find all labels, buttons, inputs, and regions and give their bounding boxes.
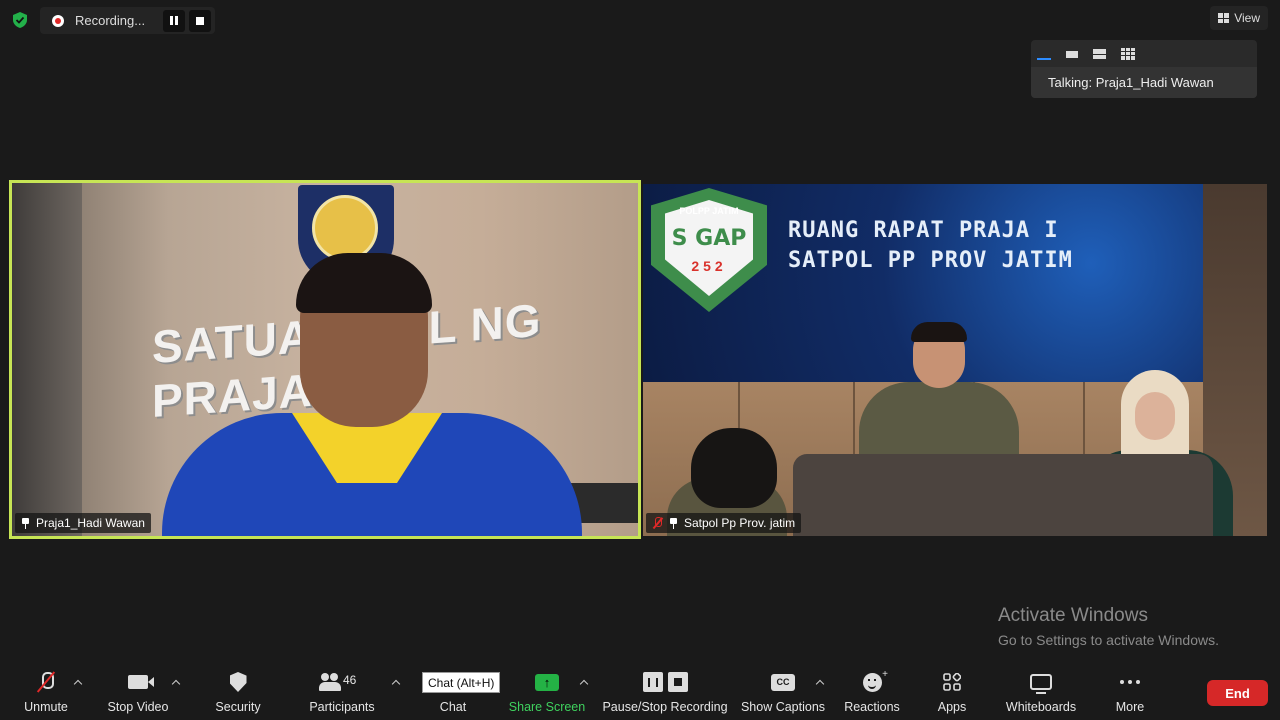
more-button[interactable]: More (1110, 664, 1150, 720)
participant-name-tag: Satpol Pp Prov. jatim (646, 513, 802, 533)
closed-captions-icon: CC (771, 673, 795, 691)
wall-shadow (12, 183, 82, 536)
view-button[interactable]: View (1210, 6, 1268, 30)
stop-video-button[interactable]: Stop Video (104, 664, 172, 720)
pin-icon (669, 517, 678, 529)
meeting-controls-toolbar: Unmute Stop Video Security 46 Participan… (0, 664, 1280, 720)
participants-options-caret-icon[interactable] (391, 678, 401, 688)
stop-recording-button[interactable] (189, 9, 211, 32)
speaker-view-icon[interactable] (1037, 48, 1051, 60)
whiteboard-icon (1030, 674, 1052, 694)
participants-label: Participants (309, 700, 375, 714)
stop-icon (196, 16, 204, 25)
video-tile-satpol-pp-prov-jatim[interactable]: POLPP JATIM S GAP 252 RUANG RAPAT PRAJA … (643, 184, 1267, 536)
pause-stop-recording-label: Pause/Stop Recording (602, 700, 728, 714)
participants-icon (319, 673, 341, 691)
pause-icon (170, 16, 178, 25)
stacked-layout-icon[interactable] (1093, 48, 1107, 60)
pause-recording-icon (642, 672, 663, 692)
video-options-caret-icon[interactable] (171, 678, 181, 688)
whiteboards-label: Whiteboards (1005, 700, 1077, 714)
encryption-shield-icon[interactable] (11, 11, 29, 29)
pause-recording-button[interactable] (163, 9, 185, 32)
watermark-title: Activate Windows (998, 605, 1148, 626)
reactions-smiley-icon (862, 672, 882, 692)
captions-options-caret-icon[interactable] (815, 678, 825, 688)
muted-microphone-icon (36, 671, 56, 693)
show-captions-button[interactable]: CC Show Captions (740, 664, 826, 720)
black-hijab (691, 428, 777, 508)
video-tile-praja1-hadi-wawan[interactable]: SATUAN POL NG PRAJA Praja1_Hadi Wawan (9, 180, 641, 539)
meeting-table (793, 454, 1213, 536)
single-tile-layout-icon[interactable] (1065, 48, 1079, 60)
zoom-meeting-window: Recording... View Talking: Praja1_Hadi W… (0, 0, 1280, 720)
security-button[interactable]: Security (212, 664, 264, 720)
show-captions-label: Show Captions (740, 700, 826, 714)
seated-officer (859, 322, 1019, 478)
stop-video-label: Stop Video (107, 700, 169, 714)
activate-windows-watermark: Activate Windows Go to Settings to activ… (998, 605, 1219, 648)
share-screen-arrow-icon: ↑ (535, 673, 559, 691)
chat-tooltip: Chat (Alt+H) (422, 672, 501, 693)
view-label: View (1234, 11, 1260, 25)
sigap-logo-word: S GAP (671, 226, 747, 251)
sigap-logo-top-text: POLPP JATIM (679, 206, 739, 216)
sigap-logo-number: 252 (691, 258, 727, 274)
muted-mic-icon (652, 517, 663, 529)
recording-indicator: Recording... (40, 7, 215, 34)
whiteboards-button[interactable]: Whiteboards (1003, 664, 1079, 720)
banner-title: RUANG RAPAT PRAJA I SATPOL PP PROV JATIM (788, 216, 1073, 276)
reactions-label: Reactions (844, 700, 900, 714)
more-dots-icon (1120, 680, 1140, 684)
unmute-button[interactable]: Unmute (20, 664, 72, 720)
recording-dot-icon (52, 14, 64, 27)
stop-recording-icon (667, 672, 688, 692)
audio-options-caret-icon[interactable] (73, 678, 83, 688)
video-camera-icon (128, 675, 154, 689)
hair (911, 322, 967, 342)
participant-name-tag: Praja1_Hadi Wawan (15, 513, 151, 533)
participant-video-person (152, 253, 638, 536)
apps-label: Apps (937, 700, 967, 714)
layout-icons-row (1031, 40, 1257, 67)
security-label: Security (215, 700, 261, 714)
layout-options-popup: Talking: Praja1_Hadi Wawan (1031, 40, 1257, 98)
participant-count: 46 (343, 673, 357, 687)
grid-view-icon (1218, 13, 1230, 23)
gallery-layout-icon[interactable] (1121, 47, 1135, 60)
chat-label: Chat (439, 700, 467, 714)
sigap-logo: POLPP JATIM S GAP 252 (651, 188, 767, 312)
talking-indicator: Talking: Praja1_Hadi Wawan (1031, 67, 1257, 98)
recording-label: Recording... (75, 13, 146, 28)
share-screen-label: Share Screen (508, 700, 586, 714)
more-label: More (1115, 700, 1145, 714)
end-meeting-button[interactable]: End (1207, 680, 1268, 706)
banner-line-2: SATPOL PP PROV JATIM (788, 248, 1073, 273)
pause-stop-recording-button[interactable]: Pause/Stop Recording (602, 664, 728, 720)
watermark-subtitle: Go to Settings to activate Windows. (998, 632, 1219, 648)
face (1135, 392, 1175, 440)
share-screen-button[interactable]: ↑ Share Screen (508, 664, 586, 720)
add-icon: + (882, 669, 888, 680)
pin-icon (21, 517, 30, 529)
participants-button[interactable]: 46 Participants (306, 664, 378, 720)
hair (296, 253, 432, 313)
ship-wheel-emblem-icon (312, 195, 378, 261)
apps-icon (943, 673, 961, 691)
share-options-caret-icon[interactable] (579, 678, 589, 688)
participant-name: Satpol Pp Prov. jatim (684, 516, 796, 530)
reactions-button[interactable]: + Reactions (844, 664, 900, 720)
apps-button[interactable]: Apps (934, 664, 970, 720)
unmute-label: Unmute (24, 700, 68, 714)
security-shield-icon (229, 672, 247, 692)
banner-line-1: RUANG RAPAT PRAJA I (788, 218, 1059, 243)
participant-name: Praja1_Hadi Wawan (36, 516, 145, 530)
